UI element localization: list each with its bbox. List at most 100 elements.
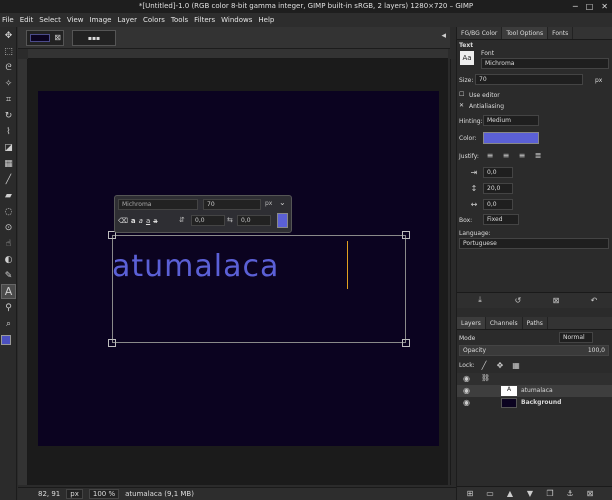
anchor-layer-icon[interactable]: ⚓ — [563, 487, 577, 499]
duplicate-layer-icon[interactable]: ❐ — [543, 487, 557, 499]
menu-filters[interactable]: Filters — [194, 16, 215, 24]
tab-channels[interactable]: Channels — [486, 317, 523, 329]
image-tab-active[interactable]: ⊠ — [26, 30, 64, 46]
maximize-icon[interactable]: □ — [586, 2, 594, 11]
menu-layer[interactable]: Layer — [117, 16, 137, 24]
menu-select[interactable]: Select — [39, 16, 61, 24]
size-field[interactable]: 70 — [475, 74, 583, 85]
overlay-baseline-field[interactable]: 0,0 — [191, 215, 225, 226]
close-icon[interactable]: ✕ — [601, 2, 608, 11]
clone-tool-icon[interactable]: ⊙ — [1, 220, 16, 235]
lock-pixels-icon[interactable]: ╱ — [477, 359, 491, 371]
lock-alpha-icon[interactable]: ▦ — [509, 359, 523, 371]
line-spacing-field[interactable]: 20,0 — [483, 183, 513, 194]
delete-layer-icon[interactable]: ⊠ — [583, 487, 597, 499]
reset-options-icon[interactable]: ↶ — [587, 294, 601, 306]
vertical-ruler[interactable] — [18, 59, 28, 485]
menu-image[interactable]: Image — [90, 16, 112, 24]
lock-position-icon[interactable]: ✥ — [493, 359, 507, 371]
layer-row[interactable]: ◉ Background — [457, 397, 612, 409]
minimize-icon[interactable]: ─ — [573, 2, 578, 11]
overlay-kerning-field[interactable]: 0,0 — [237, 215, 271, 226]
size-unit-select[interactable]: px — [595, 77, 602, 84]
delete-options-icon[interactable]: ⊠ — [549, 294, 563, 306]
new-layer-icon[interactable]: ⊞ — [463, 487, 477, 499]
menu-edit[interactable]: Edit — [20, 16, 34, 24]
unit-select[interactable]: px — [66, 489, 83, 499]
zoom-select[interactable]: 100 % — [88, 489, 120, 499]
crop-tool-icon[interactable]: ⌗ — [1, 92, 16, 107]
language-field[interactable]: Portuguese — [459, 238, 609, 249]
indent-field[interactable]: 0,0 — [483, 167, 513, 178]
save-options-icon[interactable]: ⤓ — [473, 294, 487, 306]
menu-colors[interactable]: Colors — [143, 16, 165, 24]
image-tab-secondary[interactable]: ▪▪▪ — [72, 30, 116, 46]
font-preview-icon[interactable]: Aa — [460, 51, 474, 65]
mode-select[interactable]: Normal — [559, 332, 593, 343]
text-tool-icon[interactable]: A — [1, 284, 16, 299]
transform-tool-icon[interactable]: ↻ — [1, 108, 16, 123]
bucket-fill-tool-icon[interactable]: ◪ — [1, 140, 16, 155]
tab-fg-bg-color[interactable]: FG/BG Color — [457, 27, 503, 39]
rect-select-tool-icon[interactable]: ⬚ — [1, 44, 16, 59]
paths-tool-icon[interactable]: ✎ — [1, 268, 16, 283]
text-color-button[interactable] — [483, 132, 539, 144]
box-select[interactable]: Fixed — [483, 214, 519, 225]
justify-center-icon[interactable]: ≡ — [515, 149, 529, 161]
use-editor-checkbox-icon[interactable]: ☐ — [459, 91, 464, 98]
tab-layers[interactable]: Layers — [457, 317, 486, 329]
foreground-color-swatch[interactable] — [1, 335, 11, 345]
close-tab-icon[interactable]: ⊠ — [54, 33, 61, 42]
text-box-handle-br[interactable] — [402, 339, 410, 347]
fg-bg-color-swatches[interactable] — [0, 335, 16, 355]
menu-file[interactable]: File — [2, 16, 14, 24]
restore-options-icon[interactable]: ↺ — [511, 294, 525, 306]
text-box-handle-tr[interactable] — [402, 231, 410, 239]
paintbrush-tool-icon[interactable]: ╱ — [1, 172, 16, 187]
eraser-tool-icon[interactable]: ▰ — [1, 188, 16, 203]
font-field[interactable]: Michroma — [481, 58, 609, 69]
hinting-select[interactable]: Medium — [483, 115, 539, 126]
menu-windows[interactable]: Windows — [221, 16, 252, 24]
layer-visibility-icon[interactable]: ◉ — [463, 386, 470, 395]
clear-style-icon[interactable]: ⌫ — [118, 217, 128, 225]
canvas-area[interactable]: atumalaca Michroma 70 px ⌄ ⌫ a a a a ⇵ 0… — [28, 59, 448, 485]
layer-name[interactable]: Background — [521, 399, 561, 406]
raise-layer-icon[interactable]: ▲ — [503, 487, 517, 499]
zoom-tool-icon[interactable]: ⌕ — [1, 316, 16, 331]
overlay-size-field[interactable]: 70 — [203, 199, 261, 210]
bold-icon[interactable]: a — [131, 217, 136, 225]
menu-tools[interactable]: Tools — [171, 16, 188, 24]
fuzzy-select-tool-icon[interactable]: ✧ — [1, 76, 16, 91]
justify-fill-icon[interactable]: ≣ — [531, 149, 545, 161]
layer-visibility-icon[interactable]: ◉ — [463, 398, 470, 407]
overlay-unit-select[interactable]: px — [265, 200, 272, 207]
italic-icon[interactable]: a — [139, 217, 143, 225]
move-tool-icon[interactable]: ✥ — [1, 28, 16, 43]
justify-left-icon[interactable]: ≡ — [483, 149, 497, 161]
warp-tool-icon[interactable]: ⌇ — [1, 124, 16, 139]
tab-tool-options[interactable]: Tool Options — [502, 27, 549, 39]
smudge-tool-icon[interactable]: ☝ — [1, 236, 16, 251]
overlay-chevron-icon[interactable]: ⌄ — [279, 198, 286, 207]
opacity-slider[interactable]: Opacity 100,0 — [459, 345, 609, 356]
lower-layer-icon[interactable]: ▼ — [523, 487, 537, 499]
overlay-font-field[interactable]: Michroma — [118, 199, 198, 210]
horizontal-ruler[interactable] — [28, 49, 448, 59]
justify-right-icon[interactable]: ≡ — [499, 149, 513, 161]
new-group-icon[interactable]: ▭ — [483, 487, 497, 499]
tab-menu-icon[interactable]: ◂ — [441, 31, 446, 41]
layer-row[interactable]: ◉ A atumalaca — [457, 385, 612, 397]
tab-paths[interactable]: Paths — [523, 317, 548, 329]
menu-view[interactable]: View — [67, 16, 84, 24]
color-picker-tool-icon[interactable]: ⚲ — [1, 300, 16, 315]
canvas-text-layer[interactable]: atumalaca — [112, 249, 279, 284]
underline-icon[interactable]: a — [146, 217, 150, 225]
antialiasing-checkbox-icon[interactable]: ✕ — [459, 102, 464, 109]
lasso-tool-icon[interactable]: ᘓ — [1, 60, 16, 75]
tab-fonts[interactable]: Fonts — [548, 27, 574, 39]
strikethrough-icon[interactable]: a — [153, 217, 157, 225]
airbrush-tool-icon[interactable]: ◌ — [1, 204, 16, 219]
overlay-color-swatch[interactable] — [277, 213, 288, 228]
dodge-tool-icon[interactable]: ◐ — [1, 252, 16, 267]
